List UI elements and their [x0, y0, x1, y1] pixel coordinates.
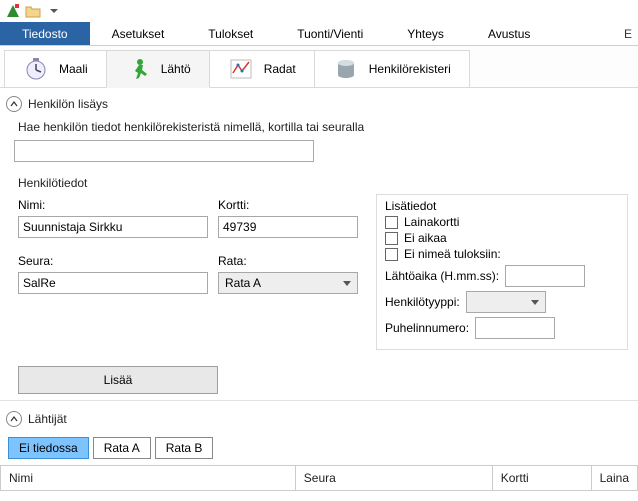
section-starters-title: Lähtijät: [28, 412, 67, 426]
app-logo-icon: [4, 2, 22, 20]
club-label: Seura:: [18, 254, 218, 268]
menu-help[interactable]: Avustus: [466, 22, 552, 45]
menu-bar: Tiedosto Asetukset Tulokset Tuonti/Vient…: [0, 22, 638, 46]
start-time-input[interactable]: [505, 265, 585, 287]
starters-tab-b[interactable]: Rata B: [155, 437, 214, 459]
extra-info-group: Lisätiedot Lainakortti Ei aikaa Ei nimeä…: [376, 194, 628, 350]
tab-courses[interactable]: Radat: [209, 50, 315, 88]
card-input[interactable]: [218, 216, 358, 238]
rental-card-label: Lainakortti: [404, 215, 459, 229]
search-input[interactable]: [14, 140, 314, 162]
caret-down-icon: [343, 281, 351, 286]
starters-tab-a[interactable]: Rata A: [93, 437, 151, 459]
chevron-up-icon: [6, 96, 22, 112]
tab-finish[interactable]: Maali: [4, 50, 107, 88]
card-label: Kortti:: [218, 198, 368, 212]
starters-tab-unknown[interactable]: Ei tiedossa: [8, 437, 89, 459]
no-name-results-checkbox[interactable]: Ei nimeä tuloksiin:: [385, 247, 619, 261]
col-club[interactable]: Seura: [295, 466, 492, 491]
table-header-row: Nimi Seura Kortti Laina: [1, 466, 638, 491]
qa-dropdown-icon[interactable]: [44, 2, 62, 20]
rental-card-checkbox[interactable]: Lainakortti: [385, 215, 619, 229]
runner-icon: [125, 56, 151, 82]
phone-input[interactable]: [475, 317, 555, 339]
person-type-label: Henkilötyyppi:: [385, 295, 460, 309]
tab-start[interactable]: Lähtö: [106, 50, 210, 88]
no-time-label: Ei aikaa: [404, 231, 447, 245]
tab-finish-label: Maali: [59, 62, 88, 76]
section-add-person-title: Henkilön lisäys: [28, 97, 108, 111]
course-select-value: Rata A: [225, 276, 261, 290]
course-select[interactable]: Rata A: [218, 272, 358, 294]
menu-connection[interactable]: Yhteys: [385, 22, 466, 45]
no-time-checkbox[interactable]: Ei aikaa: [385, 231, 619, 245]
chevron-up-icon: [6, 411, 22, 427]
menu-file[interactable]: Tiedosto: [0, 22, 90, 45]
add-person-panel: Hae henkilön tiedot henkilörekisteristä …: [0, 120, 638, 394]
tab-registry-label: Henkilörekisteri: [369, 62, 451, 76]
starters-table: Nimi Seura Kortti Laina: [0, 465, 638, 491]
tab-registry[interactable]: Henkilörekisteri: [314, 50, 470, 88]
name-label: Nimi:: [18, 198, 218, 212]
phone-label: Puhelinnumero:: [385, 321, 469, 335]
menu-settings[interactable]: Asetukset: [90, 22, 187, 45]
database-icon: [333, 56, 359, 82]
col-card[interactable]: Kortti: [492, 466, 591, 491]
name-input[interactable]: [18, 216, 208, 238]
extra-info-header: Lisätiedot: [385, 199, 619, 213]
col-rent[interactable]: Laina: [591, 466, 637, 491]
starters-tabs: Ei tiedossa Rata A Rata B: [0, 433, 638, 465]
no-name-results-label: Ei nimeä tuloksiin:: [404, 247, 501, 261]
open-folder-icon[interactable]: [24, 2, 42, 20]
clock-icon: [23, 56, 49, 82]
course-label: Rata:: [218, 254, 368, 268]
tab-courses-label: Radat: [264, 62, 296, 76]
quick-access-bar: [0, 0, 638, 22]
caret-down-icon: [531, 300, 539, 305]
add-button[interactable]: Lisää: [18, 366, 218, 394]
person-details-header: Henkilötiedot: [18, 176, 628, 190]
col-name[interactable]: Nimi: [1, 466, 296, 491]
menu-right-char: E: [624, 22, 638, 45]
menu-results[interactable]: Tulokset: [186, 22, 275, 45]
menu-import-export[interactable]: Tuonti/Vienti: [275, 22, 385, 45]
section-add-person-header[interactable]: Henkilön lisäys: [0, 88, 638, 118]
ribbon: Maali Lähtö Radat Henkilörekisteri: [0, 46, 638, 88]
section-starters-header[interactable]: Lähtijät: [0, 403, 638, 433]
search-help-text: Hae henkilön tiedot henkilörekisteristä …: [18, 120, 628, 134]
chart-icon: [228, 56, 254, 82]
person-type-select[interactable]: [466, 291, 546, 313]
club-input[interactable]: [18, 272, 208, 294]
tab-start-label: Lähtö: [161, 62, 191, 76]
start-time-label: Lähtöaika (H.mm.ss):: [385, 269, 499, 283]
